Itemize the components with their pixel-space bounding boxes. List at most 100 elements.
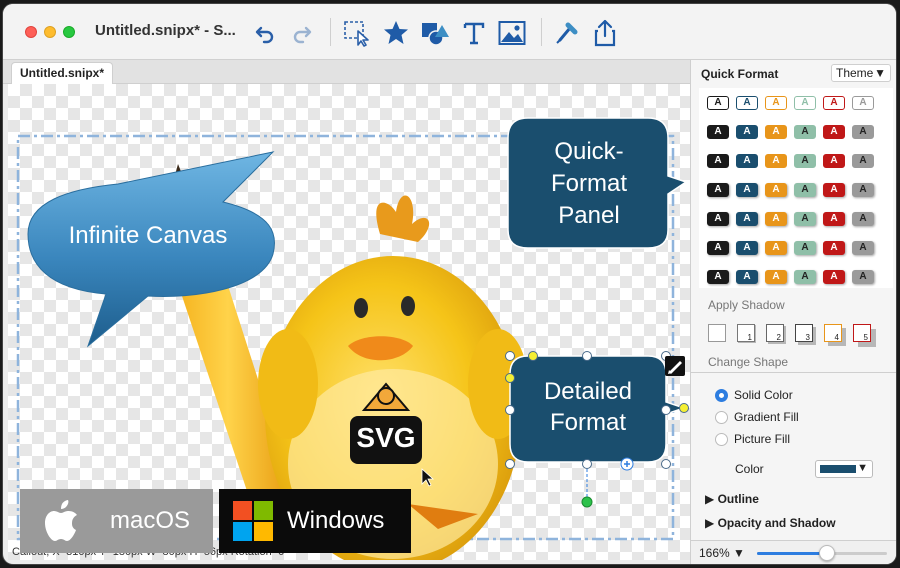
quick-format-style[interactable]: A: [765, 125, 787, 139]
quick-format-style[interactable]: A: [823, 183, 845, 197]
quick-format-style[interactable]: A: [736, 125, 758, 139]
quick-format-style[interactable]: A: [794, 125, 816, 139]
quick-format-style[interactable]: A: [852, 270, 874, 284]
panel-divider: [691, 372, 896, 373]
color-swatch: [820, 465, 856, 473]
zoom-slider-thumb[interactable]: [819, 545, 836, 561]
color-picker[interactable]: ▼: [815, 460, 873, 478]
infinite-canvas-callout-text[interactable]: Infinite Canvas: [48, 222, 248, 250]
quick-format-style[interactable]: A: [823, 212, 845, 226]
shadow-preset[interactable]: [708, 324, 726, 342]
quick-format-style[interactable]: A: [765, 270, 787, 284]
fill-option-gradient[interactable]: Gradient Fill: [715, 410, 799, 424]
quick-format-style[interactable]: A: [852, 125, 874, 139]
opacity-section-toggle[interactable]: ▶ Opacity and Shadow: [705, 516, 836, 530]
quick-format-style[interactable]: A: [794, 183, 816, 197]
quick-format-style[interactable]: A: [852, 183, 874, 197]
quick-format-style[interactable]: A: [707, 125, 729, 139]
radio-selected-icon: [715, 388, 728, 402]
image-icon: [498, 21, 526, 45]
text-tool-button[interactable]: [459, 18, 489, 48]
minimize-window-button[interactable]: [44, 26, 56, 38]
quick-format-style[interactable]: A: [765, 241, 787, 255]
format-panel: Quick Format Theme ▼ AAAAAAAAAAAAAAAAAAA…: [690, 60, 896, 564]
quick-format-style[interactable]: A: [794, 241, 816, 255]
insert-image-button[interactable]: [497, 18, 527, 48]
fill-option-picture[interactable]: Picture Fill: [715, 432, 790, 446]
zoom-window-button[interactable]: [63, 26, 75, 38]
select-tool-button[interactable]: [342, 18, 372, 48]
quick-format-style[interactable]: A: [707, 154, 729, 168]
fill-option-label: Solid Color: [734, 388, 793, 402]
windows-badge: Windows: [219, 489, 411, 553]
quick-format-style[interactable]: A: [765, 183, 787, 197]
quick-format-style[interactable]: A: [823, 154, 845, 168]
quick-format-style[interactable]: A: [707, 241, 729, 255]
redo-button[interactable]: [287, 18, 317, 48]
panel-header: Quick Format Theme ▼: [691, 60, 896, 86]
quick-format-style[interactable]: A: [794, 212, 816, 226]
quick-format-style[interactable]: A: [765, 212, 787, 226]
quick-format-grid: AAAAAAAAAAAAAAAAAAAAAAAAAAAAAAAAAAAAAAAA…: [699, 88, 893, 288]
fill-option-solid[interactable]: Solid Color: [715, 388, 793, 402]
shadow-preset[interactable]: 3: [795, 324, 813, 342]
outline-section-toggle[interactable]: ▶ Outline: [705, 492, 759, 506]
shadow-preset[interactable]: 4: [824, 324, 842, 342]
quick-format-callout-text[interactable]: Quick- Format Panel: [510, 136, 668, 232]
disclosure-triangle-icon: ▶: [705, 492, 715, 506]
windows-label: Windows: [287, 507, 385, 534]
quick-format-style[interactable]: A: [765, 96, 787, 110]
quick-format-style[interactable]: A: [852, 241, 874, 255]
macos-label: macOS: [110, 507, 191, 534]
radio-icon: [715, 432, 728, 446]
shadow-preset[interactable]: 1: [737, 324, 755, 342]
undo-button[interactable]: [250, 18, 280, 48]
quick-format-style[interactable]: A: [794, 96, 816, 110]
star-shape-icon: [384, 21, 408, 44]
quick-format-style[interactable]: A: [823, 270, 845, 284]
quick-format-style[interactable]: A: [736, 270, 758, 284]
theme-label: Theme: [836, 66, 874, 80]
quick-format-style[interactable]: A: [736, 154, 758, 168]
shadow-preset[interactable]: 2: [766, 324, 784, 342]
quick-format-style[interactable]: A: [707, 212, 729, 226]
shapes-button[interactable]: [420, 18, 450, 48]
quick-format-style[interactable]: A: [736, 183, 758, 197]
format-painter-button[interactable]: [552, 18, 582, 48]
theme-dropdown[interactable]: Theme ▼: [831, 64, 891, 82]
select-icon: [344, 21, 369, 47]
panel-title: Quick Format: [701, 67, 779, 81]
quick-format-style[interactable]: A: [736, 212, 758, 226]
quick-format-style[interactable]: A: [707, 96, 729, 110]
star-shape-button[interactable]: [381, 18, 411, 48]
apple-logo-icon: [45, 500, 77, 541]
share-button[interactable]: [590, 18, 620, 48]
close-window-button[interactable]: [25, 26, 37, 38]
detailed-format-callout-text[interactable]: Detailed Format: [510, 376, 666, 438]
zoom-bar: 166% ▼: [691, 540, 896, 564]
quick-format-style[interactable]: A: [736, 241, 758, 255]
windows-logo-icon: [233, 501, 273, 541]
quick-format-style[interactable]: A: [794, 270, 816, 284]
quick-format-style[interactable]: A: [852, 96, 874, 110]
tab-untitled[interactable]: Untitled.snipx*: [11, 62, 114, 84]
zoom-dropdown[interactable]: 166% ▼: [699, 546, 745, 560]
toolbar-separator: [541, 18, 542, 46]
quick-format-style[interactable]: A: [765, 154, 787, 168]
quick-format-style[interactable]: A: [823, 96, 845, 110]
quick-format-style[interactable]: A: [707, 270, 729, 284]
quick-format-style[interactable]: A: [736, 96, 758, 110]
zoom-slider[interactable]: [757, 545, 887, 561]
zoom-value: 166%: [699, 546, 730, 560]
undo-icon: [255, 26, 274, 44]
quick-format-style[interactable]: A: [852, 212, 874, 226]
quick-format-style[interactable]: A: [707, 183, 729, 197]
apply-shadow-label: Apply Shadow: [708, 298, 785, 312]
radio-icon: [715, 410, 728, 424]
quick-format-style[interactable]: A: [794, 154, 816, 168]
shadow-preset[interactable]: 5: [853, 324, 871, 342]
quick-format-style[interactable]: A: [852, 154, 874, 168]
quick-format-style[interactable]: A: [823, 125, 845, 139]
quick-format-style[interactable]: A: [823, 241, 845, 255]
fill-option-label: Gradient Fill: [734, 410, 799, 424]
